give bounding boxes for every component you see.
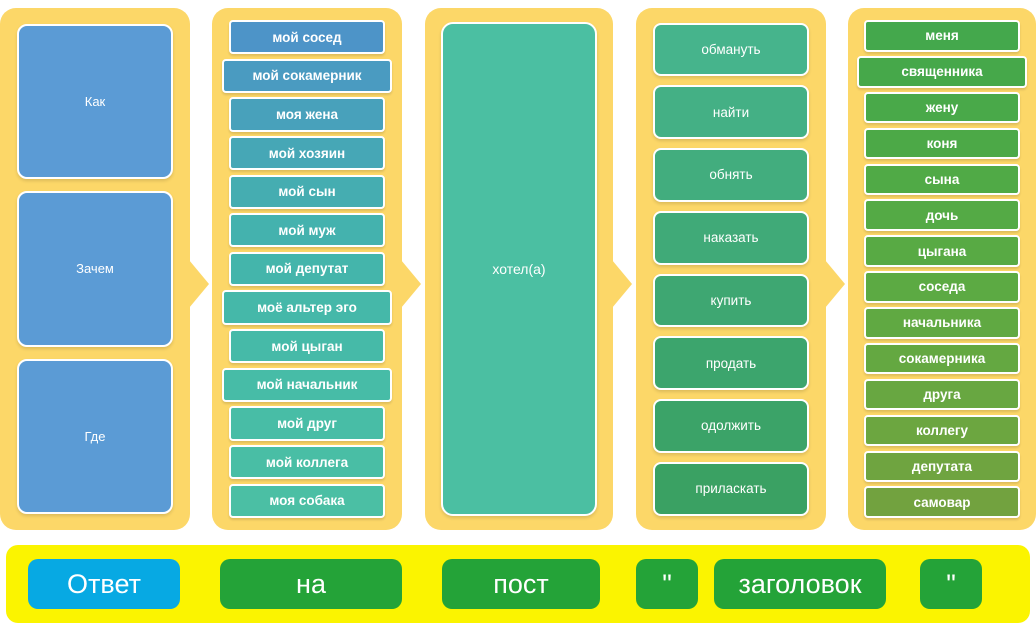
- column-object-item[interactable]: сына: [864, 163, 1020, 196]
- column-subject-item[interactable]: мой депутат: [229, 251, 385, 287]
- column-object-item[interactable]: цыгана: [864, 235, 1020, 267]
- column-object-item[interactable]: жену: [864, 91, 1020, 124]
- column-object-item[interactable]: священника: [857, 56, 1027, 88]
- column-object-item[interactable]: самовар: [864, 486, 1020, 518]
- caption-bar: Ответ на пост " заголовок ": [6, 545, 1030, 623]
- column-subject-item[interactable]: мой начальник: [222, 367, 392, 402]
- column-object-item[interactable]: сокамерника: [864, 342, 1020, 375]
- arrow-right-icon: [401, 260, 421, 308]
- column-subject-item[interactable]: мой коллега: [229, 444, 385, 480]
- column-subject-items: мой сосед мой сокамерник моя жена мой хозяи…: [212, 18, 402, 520]
- arrow-right-icon: [825, 260, 845, 308]
- column-question-item[interactable]: Как: [17, 24, 173, 180]
- column-action-item[interactable]: приласкать: [653, 461, 809, 516]
- column-question-item[interactable]: Где: [17, 358, 173, 514]
- column-verb-modal: хотел(а): [425, 8, 632, 530]
- column-action-item[interactable]: найти: [653, 85, 809, 139]
- column-subject: мой сосед мой сокамерник моя жена мой хозяи…: [212, 8, 421, 530]
- column-question-items: Как Зачем Где: [0, 18, 190, 520]
- column-subject-item[interactable]: мой муж: [229, 213, 385, 248]
- column-action-item[interactable]: продать: [653, 336, 809, 390]
- arrow-right-icon: [189, 260, 209, 308]
- column-action-item[interactable]: обмануть: [653, 22, 809, 77]
- caption-chip[interactable]: ": [636, 559, 698, 609]
- caption-chip[interactable]: пост: [442, 559, 600, 609]
- arrow-right-icon: [612, 260, 632, 308]
- column-object: меня священника жену коня сына дочь цыгана сосе…: [848, 8, 1036, 530]
- column-question: Как Зачем Где: [0, 8, 209, 530]
- column-object-item[interactable]: соседа: [864, 271, 1020, 303]
- column-object-item[interactable]: меня: [864, 20, 1020, 52]
- column-question-item[interactable]: Зачем: [17, 191, 173, 347]
- caption-chip[interactable]: на: [220, 559, 402, 609]
- column-action-item[interactable]: купить: [653, 273, 809, 328]
- column-object-item[interactable]: дочь: [864, 199, 1020, 231]
- column-verb-modal-items: хотел(а): [425, 18, 613, 520]
- caption-chip[interactable]: ": [920, 559, 982, 609]
- caption-chip[interactable]: Ответ: [28, 559, 180, 609]
- column-action-item[interactable]: наказать: [653, 210, 809, 265]
- column-subject-item[interactable]: мой друг: [229, 406, 385, 441]
- column-action-items: обмануть найти обнять наказать купить продать…: [636, 18, 826, 520]
- column-subject-item[interactable]: мой сосед: [229, 20, 385, 55]
- column-subject-item[interactable]: мой сын: [229, 174, 385, 209]
- column-action: обмануть найти обнять наказать купить продать…: [636, 8, 845, 530]
- flow-diagram: Как Зачем Где мой сосед мой сокамерник моя же…: [0, 0, 1036, 537]
- column-subject-item[interactable]: мой сокамерник: [222, 58, 392, 94]
- column-object-item[interactable]: друга: [864, 378, 1020, 411]
- column-action-item[interactable]: одолжить: [653, 399, 809, 453]
- column-subject-item[interactable]: моя жена: [229, 97, 385, 132]
- column-object-item[interactable]: начальника: [864, 307, 1020, 339]
- column-verb-modal-item[interactable]: хотел(а): [441, 22, 597, 516]
- column-subject-item[interactable]: мой цыган: [229, 329, 385, 364]
- column-subject-item[interactable]: мой хозяин: [229, 136, 385, 171]
- column-object-item[interactable]: коллегу: [864, 414, 1020, 447]
- column-object-item[interactable]: коня: [864, 127, 1020, 160]
- caption-chip[interactable]: заголовок: [714, 559, 886, 609]
- diagram-screenshot: Как Зачем Где мой сосед мой сокамерник моя же…: [0, 0, 1036, 628]
- column-object-item[interactable]: депутата: [864, 450, 1020, 482]
- column-action-item[interactable]: обнять: [653, 148, 809, 202]
- column-object-items: меня священника жену коня сына дочь цыгана сосе…: [848, 18, 1036, 520]
- column-subject-item[interactable]: моё альтер эго: [222, 290, 392, 325]
- column-subject-item[interactable]: моя собака: [229, 483, 385, 518]
